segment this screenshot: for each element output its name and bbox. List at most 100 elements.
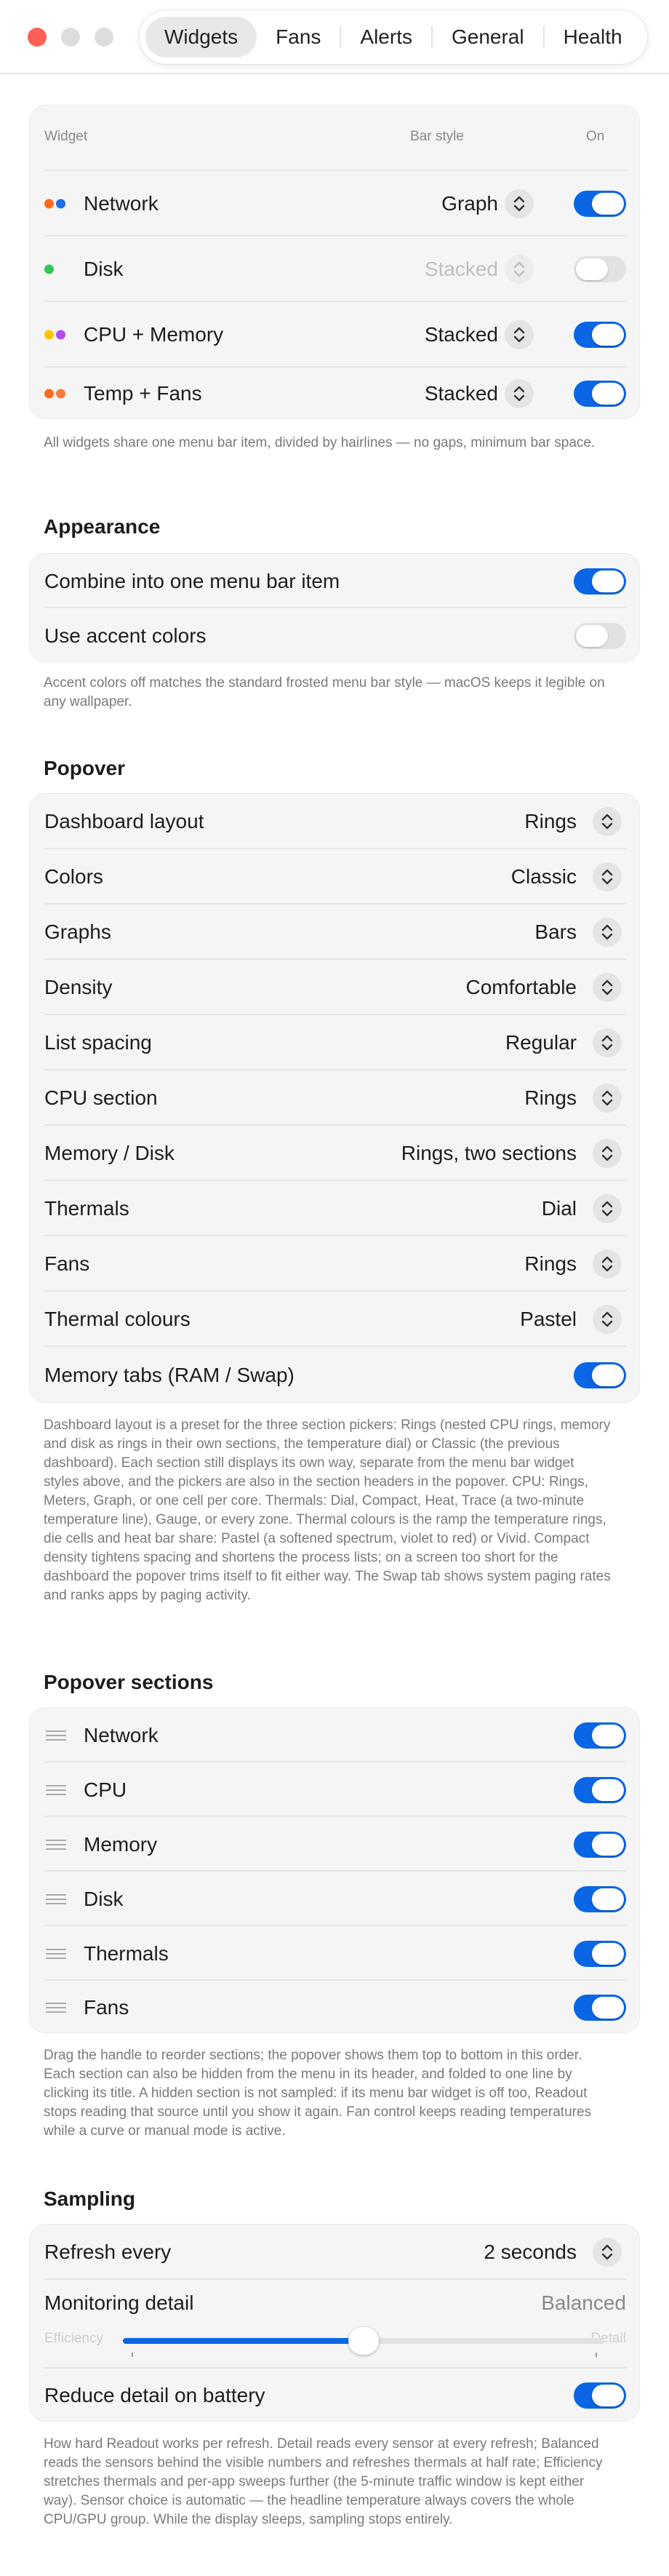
setting-label: Refresh every (44, 2241, 172, 2263)
section-row-memory: Memory (30, 1817, 641, 1872)
dashboard-layout-popup-button[interactable] (593, 807, 622, 836)
memory-disk-popup-button[interactable] (593, 1139, 622, 1168)
popover-row-fans: Fans Rings (30, 1236, 641, 1292)
colors-popup-button[interactable] (593, 862, 622, 891)
thermal-colours-popup-button[interactable] (593, 1305, 622, 1334)
temp-fans-widget-toggle[interactable] (574, 381, 626, 407)
bar-style-value: Stacked (424, 323, 498, 346)
reduce-detail-battery-row: Reduce detail on battery (30, 2369, 641, 2422)
section-label: Disk (84, 1887, 124, 1910)
memory-section-toggle[interactable] (574, 1831, 626, 1858)
thermals-popup-button[interactable] (593, 1194, 622, 1223)
setting-label: Monitoring detail (44, 2291, 194, 2314)
bar-style-stepper[interactable] (505, 255, 534, 284)
drag-handle-icon[interactable] (46, 1730, 66, 1741)
slider-thumb[interactable] (348, 2327, 379, 2355)
zoom-window-button[interactable] (95, 28, 113, 47)
accent-colors-row: Use accent colors (30, 608, 641, 663)
slider-tick (132, 2353, 133, 2357)
widget-row-disk: Disk Stacked (30, 236, 641, 302)
fans-popup-button[interactable] (593, 1249, 622, 1279)
tab-health[interactable]: Health (545, 17, 641, 57)
section-row-disk: Disk (30, 1872, 641, 1926)
tab-fans[interactable]: Fans (257, 17, 340, 57)
cpu-section-popup-button[interactable] (593, 1084, 622, 1113)
setting-value: Regular (505, 1031, 577, 1054)
setting-value: 2 seconds (484, 2241, 577, 2263)
appearance-footnote: Accent colors off matches the standard f… (44, 675, 605, 709)
setting-value: Rings (524, 1086, 577, 1109)
setting-label: Fans (44, 1252, 90, 1275)
refresh-interval-popup-button[interactable] (593, 2238, 622, 2267)
widgets-group: Widget Bar style On Network Graph Disk S… (29, 105, 640, 419)
setting-label: Thermal colours (44, 1308, 191, 1330)
drag-handle-icon[interactable] (46, 1893, 66, 1904)
column-header-widget: Widget (44, 129, 88, 144)
setting-label: Density (44, 976, 113, 998)
sampling-footnote: How hard Readout works per refresh. Deta… (44, 2436, 603, 2527)
close-window-button[interactable] (28, 28, 47, 47)
disk-color-dot (44, 264, 54, 274)
fans-section-toggle[interactable] (574, 1994, 626, 2021)
slider-tick (596, 2353, 597, 2357)
setting-label: Reduce detail on battery (44, 2384, 265, 2406)
popover-row-density: Density Comfortable (30, 960, 641, 1015)
density-popup-button[interactable] (593, 973, 622, 1002)
monitoring-detail-row: Monitoring detail Balanced Efficiency De… (30, 2280, 641, 2369)
cpu-memory-widget-toggle[interactable] (574, 322, 626, 348)
network-section-toggle[interactable] (574, 1722, 626, 1749)
setting-label: Graphs (44, 921, 111, 943)
thermals-section-toggle[interactable] (574, 1940, 626, 1967)
sampling-group: Refresh every 2 seconds Monitoring detai… (29, 2224, 640, 2422)
section-row-thermals: Thermals (30, 1926, 641, 1981)
disk-widget-toggle[interactable] (574, 256, 626, 282)
section-label: Thermals (84, 1941, 169, 1965)
section-label: CPU (84, 1778, 127, 1801)
setting-value: Balanced (541, 2291, 626, 2314)
memory-tabs-toggle[interactable] (574, 1362, 626, 1388)
slider-fill (123, 2338, 364, 2344)
combine-menu-bar-row: Combine into one menu bar item (30, 554, 641, 608)
reduce-detail-on-battery-toggle[interactable] (574, 2382, 626, 2409)
popover-row-memory-disk: Memory / Disk Rings, two sections (30, 1126, 641, 1181)
fans-color-dot (56, 389, 65, 399)
bar-style-stepper[interactable] (505, 379, 534, 408)
setting-value: Pastel (520, 1308, 577, 1330)
slider-min-label: Efficiency (44, 2331, 103, 2346)
combine-menu-bar-toggle[interactable] (574, 568, 626, 595)
setting-label: Use accent colors (44, 624, 207, 647)
section-row-cpu: CPU (30, 1762, 641, 1817)
network-color-dot (56, 199, 65, 209)
drag-handle-icon[interactable] (46, 2002, 66, 2013)
setting-label: List spacing (44, 1031, 152, 1054)
tab-general[interactable]: General (433, 17, 543, 57)
tab-alerts[interactable]: Alerts (341, 17, 431, 57)
accent-colors-toggle[interactable] (574, 622, 626, 649)
tab-widgets[interactable]: Widgets (145, 17, 257, 57)
drag-handle-icon[interactable] (46, 1948, 66, 1959)
toolbar: Widgets Fans Alerts General Health (0, 0, 669, 74)
popover-sections-group: Network CPU Memory Disk Thermals Fans (29, 1707, 640, 2033)
graphs-popup-button[interactable] (593, 918, 622, 947)
bar-style-stepper[interactable] (505, 320, 534, 349)
bar-style-value: Stacked (424, 382, 498, 405)
network-widget-toggle[interactable] (574, 191, 626, 217)
setting-value: Rings (524, 810, 577, 832)
memory-color-dot (56, 330, 65, 340)
popover-sections-footnote: Drag the handle to reorder sections; the… (44, 2048, 592, 2139)
drag-handle-icon[interactable] (46, 1784, 66, 1795)
widget-name: Temp + Fans (84, 382, 202, 405)
bar-style-stepper[interactable] (505, 189, 534, 218)
temp-color-dot (44, 389, 54, 399)
disk-section-toggle[interactable] (574, 1885, 626, 1912)
cpu-section-toggle[interactable] (574, 1776, 626, 1803)
list-spacing-popup-button[interactable] (593, 1028, 622, 1057)
drag-handle-icon[interactable] (46, 1839, 66, 1850)
minimize-window-button[interactable] (61, 28, 80, 47)
popover-row-thermal-colours: Thermal colours Pastel (30, 1292, 641, 1347)
cpu-color-dot (44, 330, 54, 340)
setting-value: Comfortable (465, 976, 577, 998)
setting-label: Memory / Disk (44, 1142, 175, 1164)
widget-name: Disk (84, 258, 124, 280)
setting-value: Rings, two sections (401, 1142, 577, 1164)
